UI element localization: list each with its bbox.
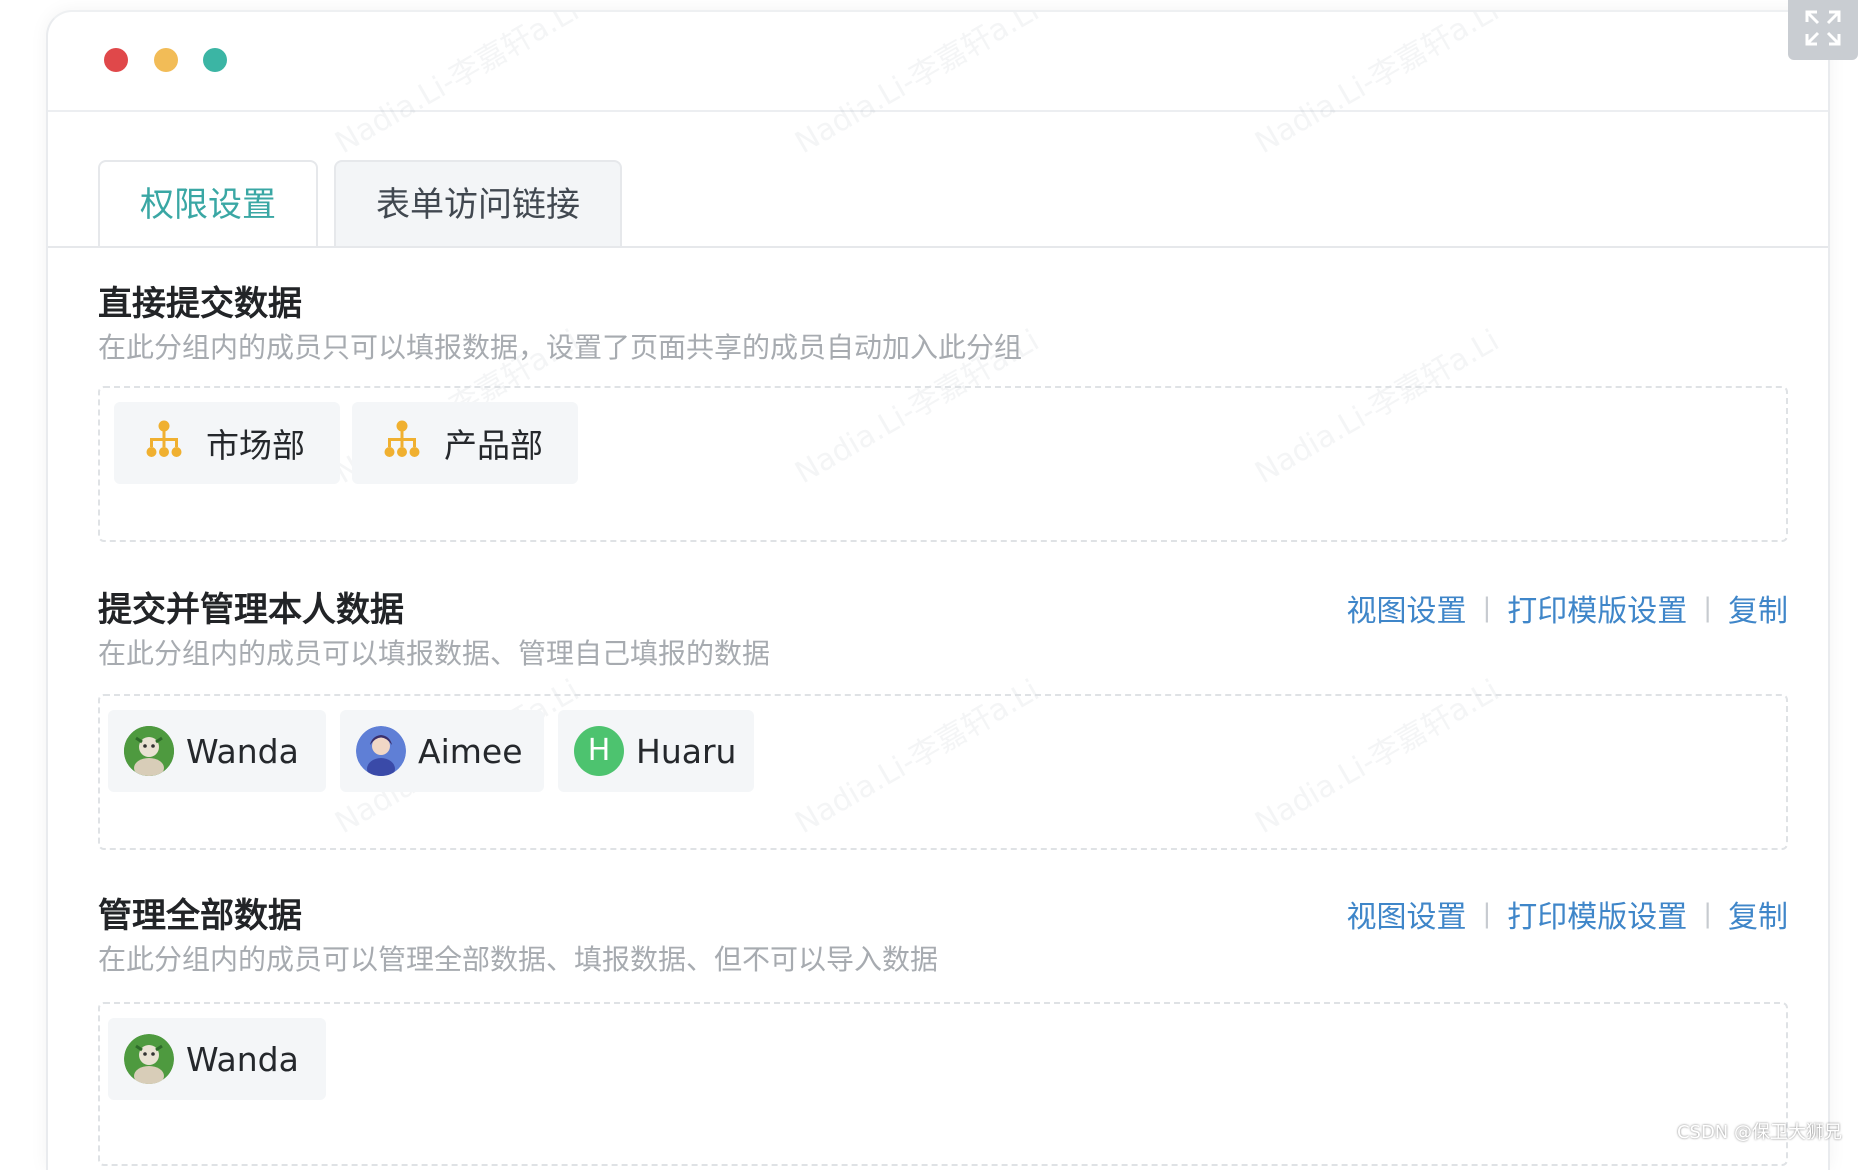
tab-form-access-link[interactable]: 表单访问链接 <box>334 160 622 248</box>
app-window: Nadia.Li-李嘉轩a.Li Nadia.Li-李嘉轩a.Li Nadia.… <box>46 10 1830 1170</box>
department-chip-market[interactable]: 市场部 <box>114 402 340 484</box>
avatar <box>356 726 406 776</box>
avatar-initial: H <box>574 726 624 776</box>
view-settings-link[interactable]: 视图设置 <box>1346 892 1466 936</box>
copy-link[interactable]: 复制 <box>1728 892 1788 936</box>
print-template-settings-link[interactable]: 打印模版设置 <box>1507 586 1687 630</box>
member-name: Wanda <box>186 732 299 771</box>
divider: | <box>1703 593 1712 623</box>
avatar: H <box>574 726 624 776</box>
member-dropzone[interactable]: Wanda <box>98 1002 1788 1166</box>
section-title: 提交并管理本人数据 <box>98 582 404 631</box>
image-credit: CSDN @保卫大狮兄 <box>1677 1118 1842 1144</box>
section-actions: 视图设置 | 打印模版设置 | 复制 <box>1346 892 1788 936</box>
divider: | <box>1703 899 1712 929</box>
section-description: 在此分组内的成员可以管理全部数据、填报数据、但不可以导入数据 <box>98 938 938 978</box>
tab-permission-settings[interactable]: 权限设置 <box>98 160 318 248</box>
section-description: 在此分组内的成员只可以填报数据，设置了页面共享的成员自动加入此分组 <box>98 326 1022 366</box>
org-chart-icon <box>382 419 422 467</box>
avatar <box>124 1034 174 1084</box>
zoom-window-button[interactable] <box>203 48 227 72</box>
close-window-button[interactable] <box>104 48 128 72</box>
member-chip-wanda[interactable]: Wanda <box>108 1018 326 1100</box>
member-chip-wanda[interactable]: Wanda <box>108 710 326 792</box>
copy-link[interactable]: 复制 <box>1728 586 1788 630</box>
divider: | <box>1482 899 1491 929</box>
divider: | <box>1482 593 1491 623</box>
section-actions: 视图设置 | 打印模版设置 | 复制 <box>1346 586 1788 630</box>
fullscreen-button[interactable] <box>1788 0 1858 60</box>
member-name: Wanda <box>186 1040 299 1079</box>
title-bar <box>48 12 1828 112</box>
section-description: 在此分组内的成员可以填报数据、管理自己填报的数据 <box>98 632 770 672</box>
member-name: Aimee <box>418 732 523 771</box>
member-name: Huaru <box>636 732 736 771</box>
member-dropzone[interactable]: 市场部 产品部 <box>98 386 1788 542</box>
department-label: 产品部 <box>444 419 543 467</box>
section-direct-submit: 直接提交数据 在此分组内的成员只可以填报数据，设置了页面共享的成员自动加入此分组 <box>98 276 1788 552</box>
tab-divider <box>48 246 1828 248</box>
department-label: 市场部 <box>206 419 305 467</box>
avatar <box>124 726 174 776</box>
print-template-settings-link[interactable]: 打印模版设置 <box>1507 892 1687 936</box>
section-manage-own-data: 提交并管理本人数据 视图设置 | 打印模版设置 | 复制 在此分组内的成员可以填… <box>98 582 1788 858</box>
section-manage-all-data: 管理全部数据 视图设置 | 打印模版设置 | 复制 在此分组内的成员可以管理全部… <box>98 888 1788 1170</box>
department-chip-product[interactable]: 产品部 <box>352 402 578 484</box>
section-title: 直接提交数据 <box>98 276 302 325</box>
member-chip-huaru[interactable]: H Huaru <box>558 710 754 792</box>
member-chip-aimee[interactable]: Aimee <box>340 710 544 792</box>
org-chart-icon <box>144 419 184 467</box>
section-title: 管理全部数据 <box>98 888 302 937</box>
member-dropzone[interactable]: Wanda Aimee H Huaru <box>98 694 1788 850</box>
minimize-window-button[interactable] <box>154 48 178 72</box>
view-settings-link[interactable]: 视图设置 <box>1346 586 1466 630</box>
